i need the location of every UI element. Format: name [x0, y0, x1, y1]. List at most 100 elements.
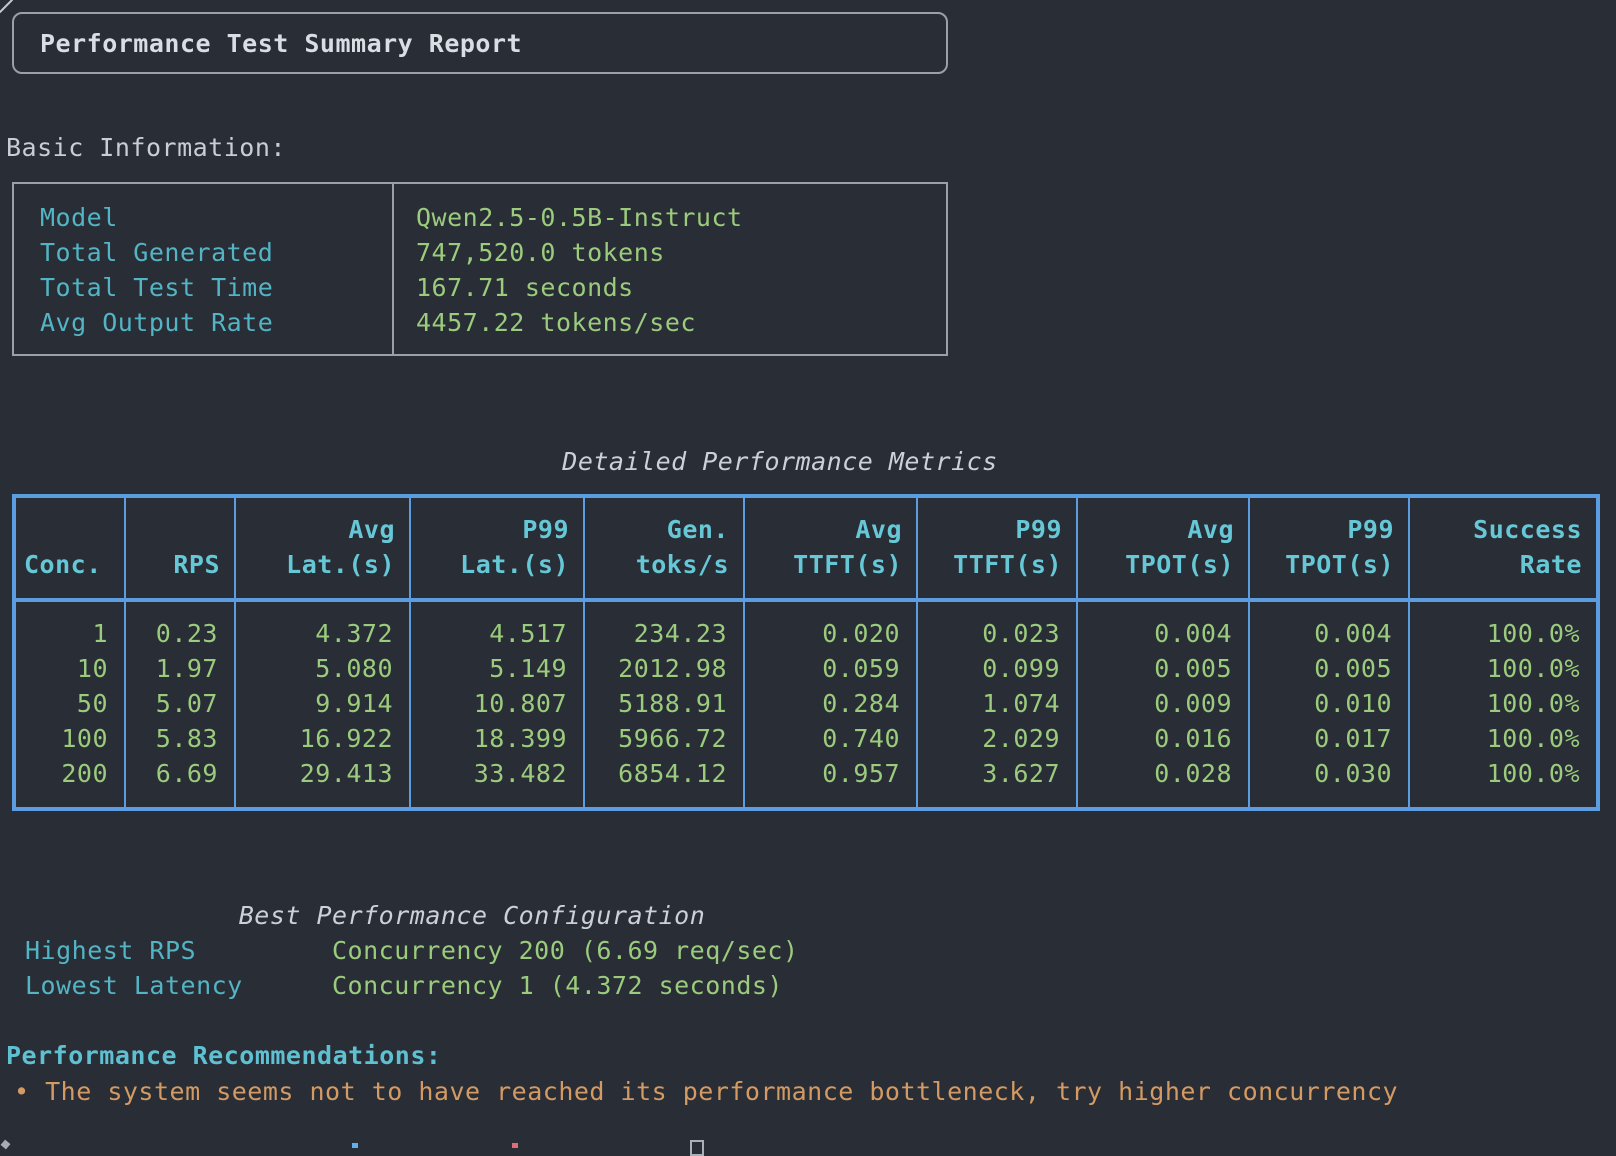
metric-value: 0.957	[745, 756, 900, 791]
metrics-header-line1: Avg	[753, 512, 902, 547]
metric-value: 6.69	[126, 756, 218, 791]
metric-value: 0.030	[1250, 756, 1392, 791]
metrics-table-title: Detailed Performance Metrics	[12, 444, 1548, 479]
bullet-icon: •	[14, 1077, 30, 1106]
best-config-value: Concurrency 200 (6.69 req/sec)	[332, 933, 799, 968]
metric-value: 0.023	[918, 616, 1060, 651]
window-corner-artifact	[0, 0, 13, 13]
metrics-header-line2: TPOT(s)	[1086, 547, 1234, 582]
metric-value: 1.97	[126, 651, 218, 686]
metric-value: 2012.98	[585, 651, 727, 686]
metric-value: 0.005	[1250, 651, 1392, 686]
metric-value: 5.83	[126, 721, 218, 756]
metrics-table-header-row: Conc.RPSAvgLat.(s)P99Lat.(s)Gen.toks/sAv…	[16, 498, 1596, 602]
metric-value: 0.004	[1078, 616, 1232, 651]
metrics-header-line1: P99	[419, 512, 569, 547]
metrics-body-column: 0.0230.0991.0742.0293.627	[916, 602, 1076, 807]
metrics-header-line2: Rate	[1418, 547, 1582, 582]
metric-value: 6854.12	[585, 756, 727, 791]
metric-value: 200	[16, 756, 108, 791]
metric-value: 16.922	[236, 721, 393, 756]
metrics-header-line1: Avg	[244, 512, 395, 547]
metric-value: 0.010	[1250, 686, 1392, 721]
metric-value: 0.016	[1078, 721, 1232, 756]
basic-info-heading: Basic Information:	[6, 130, 286, 165]
metrics-header-cell: RPS	[124, 498, 234, 598]
metric-value: 9.914	[236, 686, 393, 721]
basic-info-value: 747,520.0 tokens	[416, 235, 946, 270]
metric-value: 2.029	[918, 721, 1060, 756]
metric-value: 0.005	[1078, 651, 1232, 686]
best-config-value: Concurrency 1 (4.372 seconds)	[332, 968, 783, 1003]
basic-info-label: Total Test Time	[40, 270, 392, 305]
metric-value: 100	[16, 721, 108, 756]
metric-value: 0.017	[1250, 721, 1392, 756]
metric-value: 1.074	[918, 686, 1060, 721]
metrics-header-cell: SuccessRate	[1408, 498, 1596, 598]
best-config-row: Highest RPSConcurrency 200 (6.69 req/sec…	[0, 933, 1000, 968]
report-title: Performance Test Summary Report	[14, 29, 522, 58]
metric-value: 5.07	[126, 686, 218, 721]
metrics-header-cell: AvgTTFT(s)	[743, 498, 916, 598]
metric-value: 234.23	[585, 616, 727, 651]
metrics-header-cell: AvgTPOT(s)	[1076, 498, 1248, 598]
metric-value: 5.149	[411, 651, 567, 686]
recommendations-heading: Performance Recommendations:	[6, 1038, 441, 1073]
metrics-header-cell: P99TPOT(s)	[1248, 498, 1408, 598]
metric-value: 5966.72	[585, 721, 727, 756]
clipped-glyph-fragment	[512, 1143, 518, 1148]
basic-info-value: 167.71 seconds	[416, 270, 946, 305]
metrics-header-cell: P99Lat.(s)	[409, 498, 583, 598]
metrics-table: Conc.RPSAvgLat.(s)P99Lat.(s)Gen.toks/sAv…	[12, 494, 1600, 811]
metrics-header-cell: Gen.toks/s	[583, 498, 743, 598]
metrics-header-line1: Gen.	[593, 512, 729, 547]
metrics-header-line2: TPOT(s)	[1258, 547, 1394, 582]
metrics-body-column: 0.0200.0590.2840.7400.957	[743, 602, 916, 807]
metrics-body-column: 0.0040.0050.0100.0170.030	[1248, 602, 1408, 807]
metrics-header-line2: TTFT(s)	[753, 547, 902, 582]
basic-info-value: Qwen2.5-0.5B-Instruct	[416, 200, 946, 235]
best-config-title: Best Performance Configuration	[12, 898, 932, 933]
metrics-header-line1: Success	[1418, 512, 1582, 547]
metric-value: 10	[16, 651, 108, 686]
terminal-screen: { "report": { "title": "Performance Test…	[0, 0, 1616, 1148]
clipped-glyph-fragment	[352, 1143, 358, 1148]
metric-value: 100.0%	[1410, 651, 1580, 686]
basic-info-label: Total Generated	[40, 235, 392, 270]
basic-info-label: Avg Output Rate	[40, 305, 392, 340]
basic-info-values-column: Qwen2.5-0.5B-Instruct747,520.0 tokens167…	[394, 184, 946, 354]
metrics-header-line1: P99	[1258, 512, 1394, 547]
metric-value: 0.009	[1078, 686, 1232, 721]
metric-value: 5.080	[236, 651, 393, 686]
best-config-label: Highest RPS	[25, 933, 332, 968]
metrics-header-cell: P99TTFT(s)	[916, 498, 1076, 598]
metrics-header-cell: AvgLat.(s)	[234, 498, 409, 598]
metrics-body-column: 100.0%100.0%100.0%100.0%100.0%	[1408, 602, 1596, 807]
best-config-label: Lowest Latency	[25, 968, 332, 1003]
metrics-body-column: 234.232012.985188.915966.726854.12	[583, 602, 743, 807]
metrics-body-column: 4.3725.0809.91416.92229.413	[234, 602, 409, 807]
metric-value: 0.23	[126, 616, 218, 651]
metrics-header-line2: Lat.(s)	[419, 547, 569, 582]
metrics-header-line2: TTFT(s)	[926, 547, 1062, 582]
metric-value: 1	[16, 616, 108, 651]
metrics-header-line1: P99	[926, 512, 1062, 547]
basic-info-labels-column: ModelTotal GeneratedTotal Test TimeAvg O…	[14, 184, 392, 354]
metric-value: 3.627	[918, 756, 1060, 791]
metric-value: 50	[16, 686, 108, 721]
best-config-row: Lowest LatencyConcurrency 1 (4.372 secon…	[0, 968, 1000, 1003]
metric-value: 0.740	[745, 721, 900, 756]
metrics-body-column: 0.231.975.075.836.69	[124, 602, 234, 807]
metric-value: 29.413	[236, 756, 393, 791]
recommendation-text: The system seems not to have reached its…	[45, 1077, 1398, 1106]
metrics-header-line2: toks/s	[593, 547, 729, 582]
basic-info-label: Model	[40, 200, 392, 235]
recommendation-item: • The system seems not to have reached i…	[14, 1074, 1398, 1109]
metrics-table-body: 110501002000.231.975.075.836.694.3725.08…	[16, 602, 1596, 807]
metric-value: 0.284	[745, 686, 900, 721]
best-config-rows: Highest RPSConcurrency 200 (6.69 req/sec…	[0, 933, 1000, 1003]
metric-value: 0.028	[1078, 756, 1232, 791]
metric-value: 0.020	[745, 616, 900, 651]
metric-value: 100.0%	[1410, 686, 1580, 721]
metrics-body-column: 4.5175.14910.80718.39933.482	[409, 602, 583, 807]
